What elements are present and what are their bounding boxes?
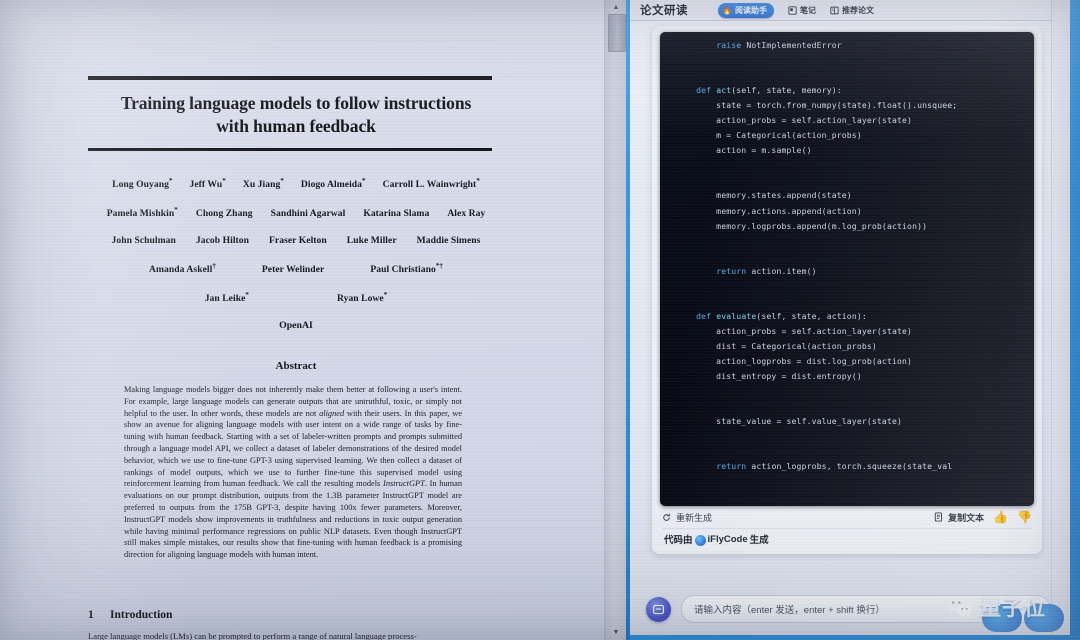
author-name: Xu Jiang* [242, 177, 284, 191]
author-row: Jan Leike* Ryan Lowe* [90, 291, 502, 304]
code-block[interactable]: raise NotImplementedError def act(self, … [660, 32, 1034, 506]
code-text: raise NotImplementedError def act(self, … [696, 40, 958, 472]
author-name: Pamela Mishkin* [106, 206, 178, 220]
author-affiliation-mark: * [222, 177, 226, 185]
refresh-icon [663, 513, 670, 521]
author-affiliation-mark: * [174, 206, 178, 214]
assistant-title: 论文研读 [640, 5, 688, 17]
bottom-accent-bar [630, 635, 1080, 640]
author-name: Sandhini Agarwal [270, 208, 346, 220]
section-first-line: Large language models (LMs) can be promp… [88, 631, 417, 640]
abstract-heading: Abstract [275, 360, 317, 372]
code-credit-brand: iFlyCode [707, 533, 748, 545]
title-rule-bottom [88, 148, 492, 151]
abstract-text: Making language models bigger does not i… [124, 385, 463, 560]
author-affiliation-mark: † [212, 262, 216, 270]
author-name: Ryan Lowe* [336, 291, 388, 305]
screen-edge-strip [1070, 0, 1080, 640]
answer-actions-right: 复制文本 👍 👎 [934, 511, 1032, 524]
copy-text-label: 复制文本 [948, 512, 985, 523]
scroll-up-arrow-icon[interactable]: ▲ [605, 0, 627, 15]
author-affiliation-mark: * [362, 177, 366, 185]
author-name: Jeff Wu* [189, 177, 226, 191]
assistant-pane: 论文研读 🔥 阅读助手 笔记 推荐论文 raise NotImplemented… [630, 0, 1080, 640]
author-name: Jan Leike* [204, 291, 249, 305]
composer-action-button[interactable] [646, 596, 671, 622]
author-name: Carroll L. Wainwright* [382, 177, 480, 191]
author-affiliation-mark: * [245, 291, 249, 299]
organization-label: OpenAI [279, 320, 313, 331]
author-name: Luke Miller [346, 235, 397, 246]
author-name: John Schulman [111, 235, 176, 246]
book-icon [830, 6, 839, 14]
author-affiliation-mark: * [280, 177, 284, 185]
author-name: Chong Zhang [195, 208, 253, 220]
pdf-viewer-pane[interactable]: Training language models to follow instr… [0, 0, 604, 640]
scroll-down-arrow-icon[interactable]: ▼ [605, 625, 627, 640]
note-icon [788, 5, 797, 15]
author-name: Peter Welinder [261, 264, 325, 276]
section-heading: 1 Introduction [88, 609, 172, 621]
iflycode-logo-icon [694, 534, 706, 546]
author-affiliation-mark: * [476, 177, 480, 185]
author-row: John Schulman Jacob Hilton Fraser Kelton Lu… [90, 235, 502, 246]
tab-recommended-papers[interactable]: 推荐论文 [830, 5, 874, 16]
header-actions: 🔥 阅读助手 笔记 推荐论文 [718, 2, 874, 18]
code-credit-suffix: 生成 [749, 535, 769, 546]
copy-text-button[interactable]: 复制文本 [934, 511, 984, 524]
tab-notes-label: 笔记 [799, 5, 816, 15]
window-right-strip [1051, 0, 1070, 640]
tab-reading-assistant-label: 阅读助手 [734, 5, 767, 15]
paper-page: Training language models to follow instr… [0, 0, 604, 640]
title-rule-top [88, 76, 492, 80]
pane-divider [626, 0, 630, 640]
author-row: Pamela Mishkin* Chong Zhang Sandhini Agarw… [90, 206, 502, 219]
tab-notes[interactable]: 笔记 [788, 5, 816, 16]
author-affiliation-mark: * [168, 177, 173, 185]
regenerate-button[interactable]: 重新生成 [662, 511, 712, 524]
author-name: Katarina Slama [363, 208, 430, 220]
code-credit-prefix: 代码由 [664, 535, 693, 546]
author-name: Diogo Almeida* [300, 177, 366, 191]
section-title: Introduction [110, 609, 173, 621]
copy-icon [934, 512, 943, 522]
thumbs-down-icon[interactable]: 👎 [1017, 511, 1032, 523]
thumbs-up-icon[interactable]: 👍 [993, 511, 1008, 523]
assistant-answer-card: raise NotImplementedError def act(self, … [652, 26, 1042, 554]
author-name: Fraser Kelton [269, 235, 327, 246]
pdf-scrollbar[interactable]: ▲ ▼ [604, 0, 627, 640]
author-name: Long Ouyang* [112, 177, 173, 191]
tab-recommended-papers-label: 推荐论文 [841, 5, 874, 15]
author-name: Amanda Askell† [149, 262, 216, 276]
answer-actions: 重新生成 复制文本 👍 👎 [662, 506, 1032, 529]
assistant-header: 论文研读 🔥 阅读助手 笔记 推荐论文 [630, 0, 1080, 21]
author-row: Long Ouyang* Jeff Wu* Xu Jiang* Diogo Almei… [90, 177, 502, 190]
author-name: Alex Ray [447, 208, 486, 220]
page-title: Training language models to follow instr… [120, 93, 472, 137]
author-name: Jacob Hilton [195, 235, 250, 246]
regenerate-label: 重新生成 [676, 512, 713, 523]
scrollbar-thumb[interactable] [608, 14, 626, 52]
message-input[interactable]: 请输入内容（enter 发送，enter + shift 换行） [681, 595, 1050, 623]
flame-icon: 🔥 [722, 5, 732, 15]
chat-box-icon [653, 604, 664, 614]
tab-reading-assistant[interactable]: 🔥 阅读助手 [718, 2, 774, 18]
author-name: Paul Christiano*† [370, 262, 443, 276]
code-credit: 代码由 iFlyCode 生成 [664, 532, 769, 547]
author-affiliation-mark: * [383, 291, 388, 299]
author-row: Amanda Askell† Peter Welinder Paul Christi… [90, 262, 502, 275]
author-name: Maddie Simens [416, 235, 481, 246]
composer: 请输入内容（enter 发送，enter + shift 换行） [646, 592, 1050, 626]
author-affiliation-mark: *† [435, 262, 443, 270]
screenshot-root: Training language models to follow instr… [0, 0, 1080, 640]
section-number: 1 [88, 609, 94, 621]
